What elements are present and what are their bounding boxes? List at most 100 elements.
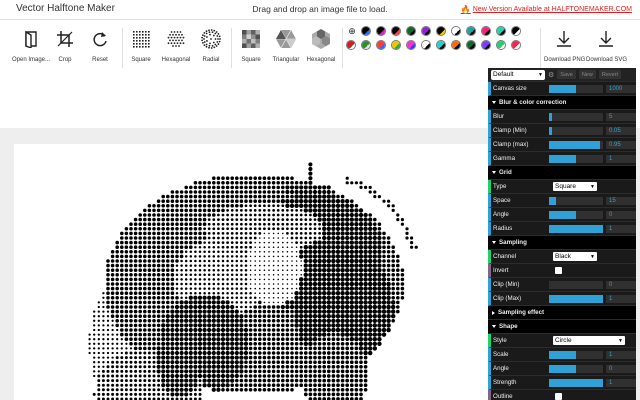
color-swatch[interactable] <box>391 26 401 36</box>
color-swatch[interactable] <box>466 26 476 36</box>
control-label: Blur <box>493 113 505 120</box>
color-swatch[interactable] <box>481 40 491 50</box>
shape-square-button[interactable]: Square <box>231 28 271 63</box>
outline-checkbox[interactable] <box>555 393 562 400</box>
grid-setting-slider[interactable] <box>549 211 603 219</box>
sampling-setting-input[interactable]: 1 <box>606 295 636 303</box>
grid-setting-control[interactable]: Space 15 <box>488 194 636 208</box>
blur-setting-slider[interactable] <box>549 113 603 121</box>
canvas-size-control[interactable]: Canvas size 1000 <box>488 82 636 96</box>
color-swatch[interactable] <box>436 26 446 36</box>
blur-setting-control[interactable]: Clamp (Min) 0.05 <box>488 124 636 138</box>
color-swatch[interactable] <box>481 26 491 36</box>
grid-radial-button[interactable]: Radial <box>191 28 231 63</box>
revert-preset-button[interactable]: Revert <box>598 70 622 79</box>
blur-setting-input[interactable]: 0.95 <box>606 141 636 149</box>
blur-setting-slider[interactable] <box>549 155 603 163</box>
color-swatch[interactable] <box>361 40 371 50</box>
download-png-button[interactable]: Download PNG <box>544 28 585 63</box>
color-swatch[interactable] <box>436 40 446 50</box>
color-swatch[interactable] <box>406 26 416 36</box>
blur-setting-control[interactable]: Clamp (max) 0.95 <box>488 138 636 152</box>
sampling-setting-control[interactable]: Clip (Max) 1 <box>488 292 636 306</box>
sampling-setting-slider[interactable] <box>549 281 603 289</box>
blur-setting-slider[interactable] <box>549 141 603 149</box>
color-swatch[interactable] <box>496 40 506 50</box>
new-version-text[interactable]: New Version Available at HALFTONEMAKER.C… <box>473 6 632 13</box>
folder-sampling[interactable]: Sampling <box>488 236 636 250</box>
color-swatch[interactable] <box>511 26 521 36</box>
folder-sampling-effect[interactable]: Sampling effect <box>488 306 636 320</box>
color-swatch[interactable] <box>346 40 356 50</box>
grid-setting-input[interactable]: 15 <box>606 197 636 205</box>
color-swatch[interactable] <box>451 40 461 50</box>
channel-control[interactable]: Channel Black ▼ <box>488 250 636 264</box>
grid-setting-slider[interactable] <box>549 225 603 233</box>
sampling-setting-input[interactable]: 0 <box>606 281 636 289</box>
color-swatch[interactable] <box>421 40 431 50</box>
preset-select[interactable]: Default ▼ <box>491 69 545 80</box>
color-swatch[interactable] <box>496 26 506 36</box>
color-swatch[interactable] <box>376 26 386 36</box>
blur-setting-input[interactable]: 1 <box>606 155 636 163</box>
color-swatch[interactable] <box>361 26 371 36</box>
color-swatch[interactable] <box>421 26 431 36</box>
shape-triangular-button[interactable]: Triangular <box>266 28 306 63</box>
hexagonal-shape-icon <box>310 28 332 50</box>
gear-icon[interactable]: ⚙ <box>548 71 554 79</box>
color-swatch[interactable] <box>451 26 461 36</box>
shape-setting-control[interactable]: Angle 0 <box>488 362 636 376</box>
color-swatch[interactable] <box>391 40 401 50</box>
sampling-setting-control[interactable]: Clip (Min) 0 <box>488 278 636 292</box>
style-control[interactable]: Style Circle ▼ <box>488 334 636 348</box>
folder-shape[interactable]: Shape <box>488 320 636 334</box>
grid-hexagonal-button[interactable]: Hexagonal <box>156 28 196 63</box>
title-bar: Vector Halftone Maker Drag and drop an i… <box>0 0 640 20</box>
blur-setting-control[interactable]: Blur 5 <box>488 110 636 124</box>
crop-button[interactable]: Crop <box>45 28 85 63</box>
style-select[interactable]: Circle ▼ <box>553 336 625 345</box>
folder-grid[interactable]: Grid <box>488 166 636 180</box>
invert-checkbox[interactable] <box>555 267 562 274</box>
shape-setting-slider[interactable] <box>549 351 603 359</box>
new-version-link[interactable]: 🔥 New Version Available at HALFTONEMAKER… <box>461 5 632 14</box>
reset-button[interactable]: Reset <box>80 28 120 63</box>
shape-setting-slider[interactable] <box>549 365 603 373</box>
halftone-canvas[interactable] <box>14 144 488 400</box>
grid-type-control[interactable]: Type Square ▼ <box>488 180 636 194</box>
shape-setting-input[interactable]: 1 <box>606 379 636 387</box>
canvas-size-input[interactable]: 1000 <box>606 85 636 93</box>
download-svg-button[interactable]: Download SVG <box>586 28 627 63</box>
new-preset-button[interactable]: New <box>578 70 596 79</box>
add-color-icon[interactable]: ⊕ <box>346 26 358 36</box>
grid-square-button[interactable]: Square <box>121 28 161 63</box>
shape-setting-input[interactable]: 0 <box>606 365 636 373</box>
sampling-setting-slider[interactable] <box>549 295 603 303</box>
shape-hexagonal-button[interactable]: Hexagonal <box>301 28 341 63</box>
blur-setting-control[interactable]: Gamma 1 <box>488 152 636 166</box>
shape-setting-control[interactable]: Strength 1 <box>488 376 636 390</box>
shape-setting-control[interactable]: Scale 1 <box>488 348 636 362</box>
save-preset-button[interactable]: Save <box>557 70 576 79</box>
grid-setting-control[interactable]: Radius 1 <box>488 222 636 236</box>
color-swatch[interactable] <box>466 40 476 50</box>
grid-type-select[interactable]: Square ▼ <box>553 182 597 191</box>
color-swatch[interactable] <box>376 40 386 50</box>
blur-setting-slider[interactable] <box>549 127 603 135</box>
folder-blur[interactable]: Blur & color correction <box>488 96 636 110</box>
outline-control[interactable]: Outline <box>488 390 636 400</box>
blur-setting-input[interactable]: 0.05 <box>606 127 636 135</box>
grid-setting-slider[interactable] <box>549 197 603 205</box>
channel-select[interactable]: Black ▼ <box>553 252 597 261</box>
grid-setting-control[interactable]: Angle 0 <box>488 208 636 222</box>
invert-control[interactable]: Invert <box>488 264 636 278</box>
color-swatch[interactable] <box>511 40 521 50</box>
shape-setting-input[interactable]: 1 <box>606 351 636 359</box>
canvas-size-slider[interactable] <box>549 85 603 93</box>
color-swatch[interactable] <box>406 40 416 50</box>
control-label: Space <box>493 197 511 204</box>
grid-setting-input[interactable]: 1 <box>606 225 636 233</box>
shape-setting-slider[interactable] <box>549 379 603 387</box>
grid-setting-input[interactable]: 0 <box>606 211 636 219</box>
blur-setting-input[interactable]: 5 <box>606 113 636 121</box>
